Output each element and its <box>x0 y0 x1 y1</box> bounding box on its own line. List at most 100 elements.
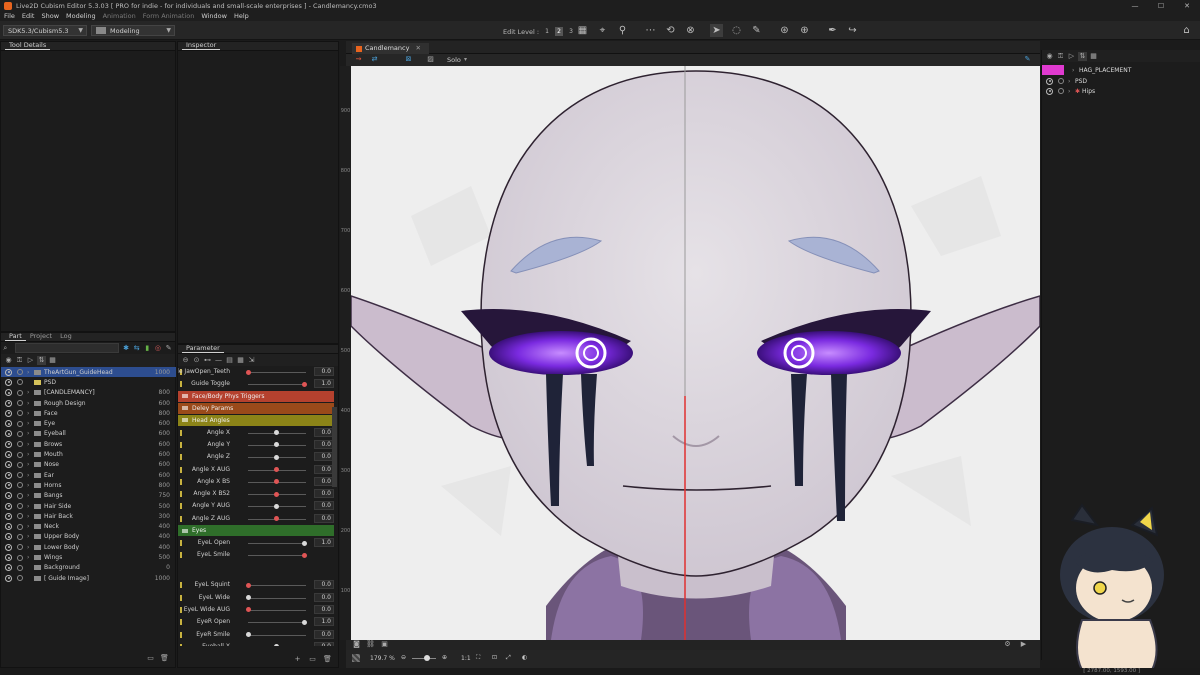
play-icon[interactable]: ▷ <box>1067 52 1076 61</box>
lock-toggle-icon[interactable] <box>17 369 23 376</box>
eye-icon[interactable] <box>1046 87 1053 95</box>
lock-toggle-icon[interactable] <box>17 461 23 468</box>
play-icon[interactable]: ▷ <box>26 356 35 365</box>
parameter-slider[interactable] <box>248 372 306 373</box>
minimize-button[interactable]: — <box>1122 0 1148 11</box>
link-icon[interactable]: ⊙ <box>192 356 201 365</box>
parameter-value-input[interactable]: 0.0 <box>314 592 334 602</box>
parameter-row[interactable]: EyeL Smile <box>178 549 334 561</box>
eye-icon[interactable] <box>5 409 12 417</box>
pin-icon[interactable]: ✎ <box>1023 55 1032 64</box>
menu-animation[interactable]: Animation <box>103 12 136 20</box>
parameter-slider-knob[interactable] <box>274 491 279 497</box>
parameter-scrollbar[interactable] <box>332 407 337 487</box>
parameter-row[interactable]: EyeR Open 1.0 <box>178 616 334 628</box>
parameter-slider[interactable] <box>248 634 306 636</box>
pin-icon[interactable]: ✎ <box>164 344 173 353</box>
parameter-row[interactable]: EyeL Squint 0.0 <box>178 579 334 591</box>
lock-toggle-icon[interactable] <box>17 533 23 540</box>
curve-icon[interactable]: ↪ <box>846 24 859 37</box>
parameter-slider-knob[interactable] <box>246 582 251 588</box>
grid-icon[interactable]: ▦ <box>48 356 57 365</box>
lock-toggle-icon[interactable] <box>17 554 23 561</box>
settings-icon[interactable]: ⚙ <box>1003 640 1012 649</box>
sort-icon[interactable]: ⇅ <box>1078 51 1087 61</box>
eye-icon[interactable] <box>5 481 12 489</box>
parameter-value-input[interactable]: 0.0 <box>314 580 334 590</box>
parameter-slider-knob[interactable] <box>246 607 251 613</box>
tab-log[interactable]: Log <box>56 332 76 341</box>
pin-icon[interactable]: ⊗ <box>684 24 697 37</box>
parameter-slider[interactable] <box>248 555 306 557</box>
part-row[interactable]: PSD <box>1 377 176 387</box>
part-row[interactable]: › Wings 500 <box>1 552 176 562</box>
part-row[interactable]: › Eyeball 600 <box>1 429 176 439</box>
parameter-value-input[interactable]: 1.0 <box>314 617 334 627</box>
part-row[interactable]: › Hair Side 500 <box>1 501 176 511</box>
chevron-right-icon[interactable]: › <box>1068 78 1075 85</box>
chevron-right-icon[interactable]: › <box>27 420 34 427</box>
part-row[interactable]: › TheArtGun_GuideHead 1000 <box>1 367 176 378</box>
eye-icon[interactable] <box>5 461 12 469</box>
chevron-right-icon[interactable]: › <box>27 451 34 458</box>
parameter-value-input[interactable]: 1.0 <box>314 379 334 389</box>
part-row[interactable]: Background 0 <box>1 563 176 573</box>
lock-toggle-icon[interactable] <box>17 564 23 571</box>
fit-view-icon[interactable]: ⛶ <box>476 654 480 662</box>
arrow-select-icon[interactable]: ➤ <box>710 24 723 37</box>
transform-icon[interactable]: ⊛ <box>778 24 791 37</box>
chevron-right-icon[interactable]: › <box>27 523 34 530</box>
tab-part[interactable]: Part <box>5 332 26 341</box>
parameter-value-input[interactable]: 0.0 <box>314 452 334 462</box>
deform-path-icon[interactable]: ⇝ <box>354 55 363 64</box>
parameter-value-input[interactable]: 0.0 <box>314 464 334 474</box>
part-row[interactable]: › Eye 600 <box>1 419 176 429</box>
parameter-row[interactable]: Angle X BS 0.0 <box>178 476 334 488</box>
parameter-value-input[interactable]: 0.0 <box>314 513 334 523</box>
maximize-button[interactable]: ☐ <box>1148 0 1174 11</box>
parameter-row[interactable]: EyeL Wide 0.0 <box>178 592 334 604</box>
parameter-row[interactable]: EyeL Wide AUG 0.0 <box>178 604 334 616</box>
parameter-value-input[interactable]: 1.0 <box>314 538 334 547</box>
eye-icon[interactable] <box>5 523 12 531</box>
part-row[interactable]: › Rough Design 600 <box>1 398 176 408</box>
chevron-right-icon[interactable]: › <box>27 472 34 479</box>
parameter-slider-knob[interactable] <box>302 619 307 625</box>
eye-icon[interactable] <box>5 502 12 510</box>
lock-icon[interactable]: ⚿ <box>1056 52 1065 61</box>
parameter-slider-knob[interactable] <box>274 442 279 448</box>
parameter-row[interactable]: Angle Y 0.0 <box>178 439 334 451</box>
deformer-row-hag-placement[interactable]: › HAG_PLACEMENT <box>1042 65 1200 75</box>
parameter-value-input[interactable]: 0.0 <box>314 367 334 376</box>
lock-toggle-icon[interactable] <box>17 451 23 458</box>
lock-toggle-icon[interactable] <box>17 544 23 551</box>
eye-toggle-icon[interactable]: ◉ <box>1045 52 1054 61</box>
part-row[interactable]: › Upper Body 400 <box>1 532 176 542</box>
new-folder-icon[interactable]: ▭ <box>146 654 155 663</box>
parameter-slider-knob[interactable] <box>274 430 279 436</box>
zoom-in-icon[interactable]: ⊕ <box>442 654 447 661</box>
rotation-icon[interactable]: ⟲ <box>664 24 677 37</box>
lock-toggle-icon[interactable] <box>17 575 23 582</box>
chevron-right-icon[interactable]: › <box>27 410 34 417</box>
parameter-row[interactable]: Guide JawOpen_Teeth 0.0 <box>178 366 334 378</box>
lock-toggle-icon[interactable] <box>17 400 23 407</box>
parameter-slider[interactable] <box>248 609 306 611</box>
solo-select[interactable]: Solo <box>447 56 461 64</box>
sort-icon[interactable]: ⇅ <box>37 356 46 365</box>
eye-icon[interactable] <box>5 554 12 562</box>
part-row[interactable]: › Horns 800 <box>1 480 176 490</box>
add-icon[interactable]: + <box>293 655 302 664</box>
grid-icon[interactable]: ▦ <box>236 356 245 365</box>
pen-icon[interactable]: ✒ <box>826 24 839 37</box>
chevron-right-icon[interactable]: › <box>27 389 34 396</box>
eye-icon[interactable] <box>5 368 12 376</box>
mesh-display-icon[interactable]: ⊠ <box>404 55 413 64</box>
chevron-right-icon[interactable]: › <box>27 441 34 448</box>
eye-icon[interactable] <box>5 492 12 500</box>
parameter-value-input[interactable]: 0.0 <box>314 641 334 646</box>
chevron-right-icon[interactable]: › <box>27 430 34 437</box>
eye-icon[interactable] <box>5 512 12 520</box>
parameter-row[interactable]: EyeL Open 1.0 <box>178 537 334 549</box>
eye-icon[interactable] <box>5 533 12 541</box>
